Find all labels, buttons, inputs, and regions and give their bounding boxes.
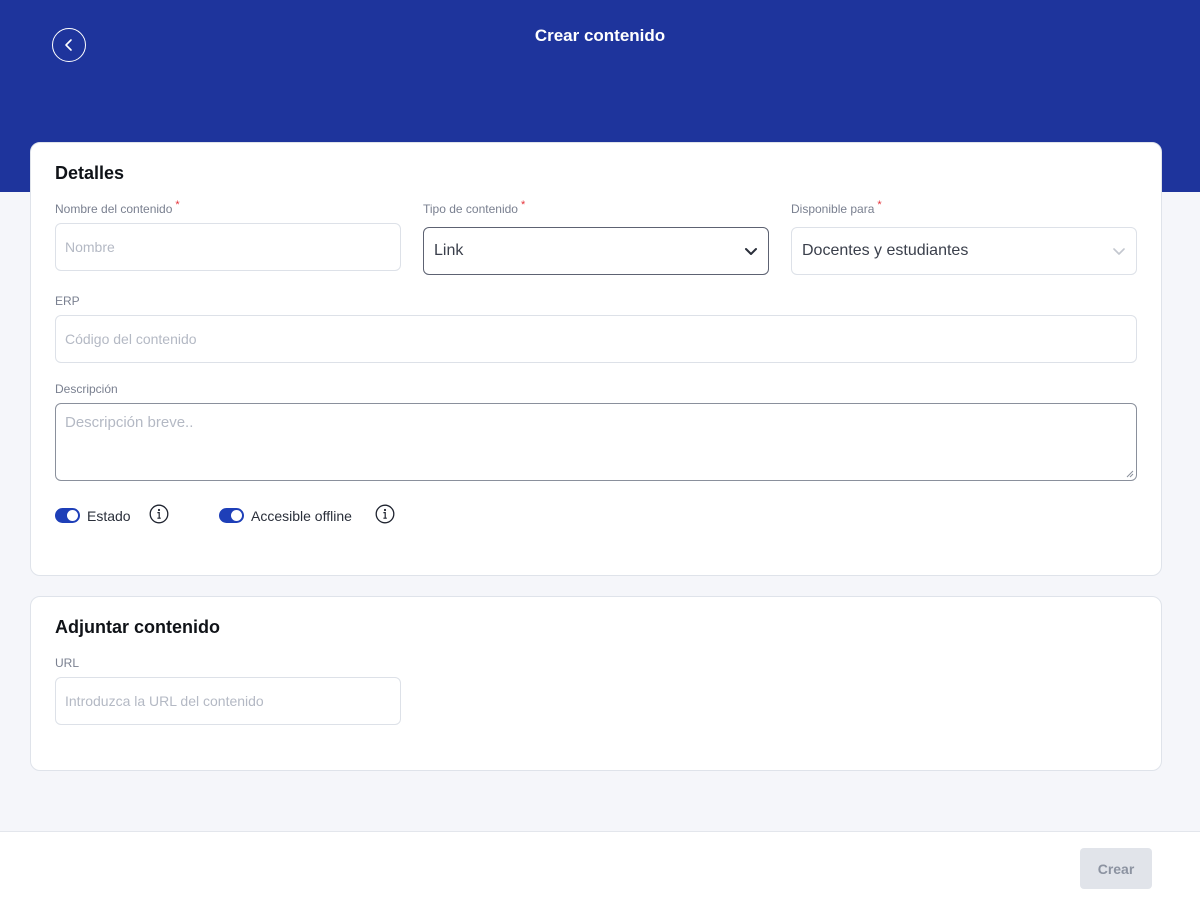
erp-input[interactable]: Código del contenido bbox=[55, 315, 1137, 363]
attach-title: Adjuntar contenido bbox=[55, 617, 220, 637]
name-label-text: Nombre del contenido bbox=[55, 202, 173, 216]
page-title: Crear contenido bbox=[534, 26, 666, 45]
chevron-down-icon bbox=[745, 248, 757, 255]
url-placeholder: Introduzca la URL del contenido bbox=[65, 693, 264, 709]
name-input[interactable]: Nombre bbox=[55, 223, 401, 271]
footer-bar bbox=[0, 831, 1200, 904]
details-card: Detalles Nombre del contenido * Nombre Ti… bbox=[30, 142, 1162, 576]
toggle-knob bbox=[231, 510, 242, 521]
available-selected-value: Docentes y estudiantes bbox=[802, 242, 969, 259]
erp-placeholder: Código del contenido bbox=[65, 331, 197, 347]
resize-grip-icon[interactable] bbox=[1126, 470, 1134, 478]
available-label: Disponible para * bbox=[791, 199, 882, 216]
estado-toggle[interactable] bbox=[55, 508, 80, 523]
erp-label: ERP bbox=[55, 294, 80, 308]
url-input[interactable]: Introduzca la URL del contenido bbox=[55, 677, 401, 725]
required-mark: * bbox=[520, 199, 526, 211]
estado-label: Estado bbox=[87, 508, 131, 524]
description-textarea[interactable]: Descripción breve.. bbox=[55, 403, 1137, 481]
required-mark: * bbox=[175, 199, 180, 211]
name-label: Nombre del contenido * bbox=[55, 199, 180, 216]
required-mark: * bbox=[877, 199, 882, 211]
available-label-text: Disponible para bbox=[791, 202, 875, 216]
name-placeholder: Nombre bbox=[65, 239, 115, 255]
create-button[interactable]: Crear bbox=[1080, 848, 1152, 889]
attach-card: Adjuntar contenido URL Introduzca la URL… bbox=[30, 596, 1162, 771]
url-label: URL bbox=[55, 656, 80, 670]
description-label: Descripción bbox=[55, 382, 118, 396]
description-placeholder: Descripción breve.. bbox=[65, 414, 194, 431]
available-select[interactable]: Docentes y estudiantes bbox=[791, 227, 1137, 275]
type-select[interactable]: Link bbox=[423, 227, 769, 275]
offline-label: Accesible offline bbox=[251, 508, 352, 524]
type-selected-value: Link bbox=[434, 242, 464, 259]
details-title: Detalles bbox=[55, 163, 125, 183]
toggle-knob bbox=[67, 510, 78, 521]
info-icon[interactable] bbox=[149, 504, 169, 524]
type-label: Tipo de contenido * bbox=[423, 199, 526, 216]
offline-toggle[interactable] bbox=[219, 508, 244, 523]
info-icon[interactable] bbox=[375, 504, 395, 524]
type-label-text: Tipo de contenido bbox=[423, 202, 518, 216]
chevron-down-icon bbox=[1113, 248, 1125, 255]
